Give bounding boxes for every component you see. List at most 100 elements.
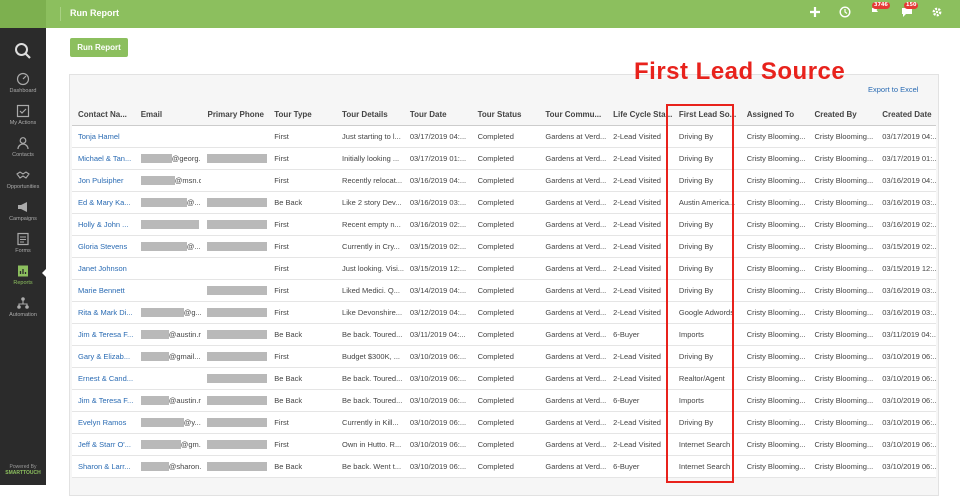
sidebar-item-my-actions[interactable]: My Actions: [0, 104, 46, 134]
cell-created-by: Cristy Blooming...: [808, 411, 877, 434]
sidebar-item-forms[interactable]: Forms: [0, 232, 46, 262]
table-row[interactable]: Tonja Hamel First Just starting to l... 03/…: [72, 125, 936, 148]
add-icon[interactable]: [808, 6, 822, 20]
table-row[interactable]: Janet Johnson First Just looking. Visi... 0…: [72, 257, 936, 280]
cell-contact-name[interactable]: Ernest & Cand...: [72, 367, 135, 390]
cell-primary-phone: [201, 169, 269, 192]
top-bar: Run Report 3746 150: [0, 0, 960, 28]
table-row[interactable]: Gary & Elizab... @gmail.... First Budget $3…: [72, 345, 936, 368]
column-header-contact-name[interactable]: Contact Na...: [72, 104, 135, 126]
cell-assigned-to: Cristy Blooming...: [740, 235, 809, 258]
cell-assigned-to: Cristy Blooming...: [740, 169, 809, 192]
column-header-email[interactable]: Email: [134, 104, 202, 126]
cell-contact-name[interactable]: Marie Bennett: [72, 279, 135, 302]
redacted-block: [207, 374, 268, 384]
cell-assigned-to: Cristy Blooming...: [740, 191, 809, 214]
cell-tour-community: Gardens at Verd...: [539, 323, 608, 346]
cell-life-cycle-stage: 2-Lead Visited: [607, 191, 673, 214]
sidebar-item-contacts[interactable]: Contacts: [0, 136, 46, 166]
sidebar-item-reports[interactable]: Reports: [0, 264, 46, 294]
cell-created-date: 03/16/2019 04:...: [876, 169, 936, 192]
gear-icon[interactable]: [930, 6, 944, 20]
cell-contact-name[interactable]: Ed & Mary Ka...: [72, 191, 135, 214]
table-row[interactable]: Ed & Mary Ka... @... Be Back Like 2 story D…: [72, 191, 936, 214]
cell-tour-status: Completed: [471, 125, 540, 148]
cell-tour-details: Be back. Toured...: [336, 323, 404, 346]
table-row[interactable]: Jeff & Starr O'... @gm... FirstOwn in Hutt…: [72, 433, 936, 456]
column-header-created-by[interactable]: Created By: [808, 104, 877, 126]
column-header-tour-community[interactable]: Tour Commu...: [539, 104, 608, 126]
cell-life-cycle-stage: 6-Buyer: [607, 455, 673, 478]
cell-created-date: 03/17/2019 01:...: [876, 147, 936, 170]
cell-created-date: 03/10/2019 06:...: [876, 411, 936, 434]
cell-contact-name[interactable]: Jim & Teresa F...: [72, 323, 135, 346]
column-header-tour-type[interactable]: Tour Type: [268, 104, 337, 126]
redacted-block: [140, 198, 187, 208]
sidebar-item-dashboard[interactable]: Dashboard: [0, 72, 46, 102]
redacted-block: [140, 242, 187, 252]
cell-contact-name[interactable]: Evelyn Ramos: [72, 411, 135, 434]
search-icon[interactable]: [14, 42, 32, 60]
run-report-button[interactable]: Run Report: [70, 38, 128, 57]
column-header-primary-phone[interactable]: Primary Phone: [201, 104, 269, 126]
sidebar-item-label: Dashboard: [9, 88, 37, 94]
table-row[interactable]: Marie Bennett First Liked Medici. Q... 03/1…: [72, 279, 936, 302]
redacted-block: [140, 330, 169, 340]
table-row[interactable]: Jim & Teresa F... @austin.rr.... Be BackBe…: [72, 323, 936, 346]
column-header-life-cycle-stage[interactable]: Life Cycle Sta...: [607, 104, 673, 126]
cell-contact-name[interactable]: Michael & Tan...: [72, 147, 135, 170]
table-row[interactable]: Holly & John ... First Recent empty n... 03…: [72, 213, 936, 236]
cell-contact-name[interactable]: Janet Johnson: [72, 257, 135, 280]
export-to-excel-link[interactable]: Export to Excel: [868, 85, 918, 94]
cell-contact-name[interactable]: Jeff & Starr O'...: [72, 433, 135, 456]
cell-contact-name[interactable]: Jon Pulsipher: [72, 169, 135, 192]
column-header-tour-date[interactable]: Tour Date: [403, 104, 472, 126]
cell-created-date: 03/16/2019 03:...: [876, 301, 936, 324]
column-header-assigned-to[interactable]: Assigned To: [740, 104, 809, 126]
cell-primary-phone: [201, 213, 269, 236]
column-header-tour-details[interactable]: Tour Details: [336, 104, 404, 126]
sidebar-item-label: Reports: [13, 280, 33, 286]
cell-contact-name[interactable]: Sharon & Larr...: [72, 455, 135, 478]
cell-created-by: Cristy Blooming...: [808, 389, 877, 412]
clock-icon[interactable]: [838, 6, 852, 20]
cell-email: @msn.com: [134, 169, 202, 192]
cell-assigned-to: Cristy Blooming...: [740, 455, 809, 478]
table-row[interactable]: Gloria Stevens @... First Currently in Cry.…: [72, 235, 936, 258]
cell-contact-name[interactable]: Jim & Teresa F...: [72, 389, 135, 412]
automation-icon: [17, 297, 29, 309]
cell-tour-status: Completed: [471, 433, 540, 456]
table-row[interactable]: Evelyn Ramos @y... First Currently in Kill.…: [72, 411, 936, 434]
column-header-tour-status[interactable]: Tour Status: [471, 104, 540, 126]
redacted-block: [207, 462, 268, 472]
cell-contact-name[interactable]: Rita & Mark Di...: [72, 301, 135, 324]
table-row[interactable]: Michael & Tan... @georg... First Initially …: [72, 147, 936, 170]
column-header-created-date[interactable]: Created Date: [876, 104, 936, 126]
email-text: @...: [186, 197, 201, 207]
cell-assigned-to: Cristy Blooming...: [740, 257, 809, 280]
table-row[interactable]: Jon Pulsipher @msn.com FirstRecently reloc…: [72, 169, 936, 192]
sidebar-item-opportunities[interactable]: Opportunities: [0, 168, 46, 198]
cell-primary-phone: [201, 323, 269, 346]
cell-primary-phone: [201, 411, 269, 434]
table-row[interactable]: Sharon & Larr... @sharon... Be BackBe back…: [72, 455, 936, 478]
cell-contact-name[interactable]: Gary & Elizab...: [72, 345, 135, 368]
sidebar-item-campaigns[interactable]: Campaigns: [0, 200, 46, 230]
cell-created-date: 03/10/2019 06:...: [876, 455, 936, 478]
table-row[interactable]: Jim & Teresa F... @austin.rr.... Be BackBe…: [72, 389, 936, 412]
cell-contact-name[interactable]: Gloria Stevens: [72, 235, 135, 258]
chat-notification-icon[interactable]: 150: [900, 2, 919, 20]
cell-tour-date: 03/10/2019 06:...: [403, 389, 472, 412]
cell-life-cycle-stage: 2-Lead Visited: [607, 257, 673, 280]
cell-email: [134, 213, 202, 236]
cell-life-cycle-stage: 2-Lead Visited: [607, 345, 673, 368]
cell-tour-date: 03/11/2019 04:...: [403, 323, 472, 346]
cell-contact-name[interactable]: Tonja Hamel: [72, 125, 135, 148]
sidebar-item-automation[interactable]: Automation: [0, 296, 46, 326]
cell-primary-phone: [201, 345, 269, 368]
table-row[interactable]: Ernest & Cand... Be Back Be back. Toured..…: [72, 367, 936, 390]
cell-contact-name[interactable]: Holly & John ...: [72, 213, 135, 236]
flag-notification-icon[interactable]: 3746: [868, 2, 890, 20]
cell-life-cycle-stage: 2-Lead Visited: [607, 235, 673, 258]
table-row[interactable]: Rita & Mark Di... @g... First Like Devonshi…: [72, 301, 936, 324]
